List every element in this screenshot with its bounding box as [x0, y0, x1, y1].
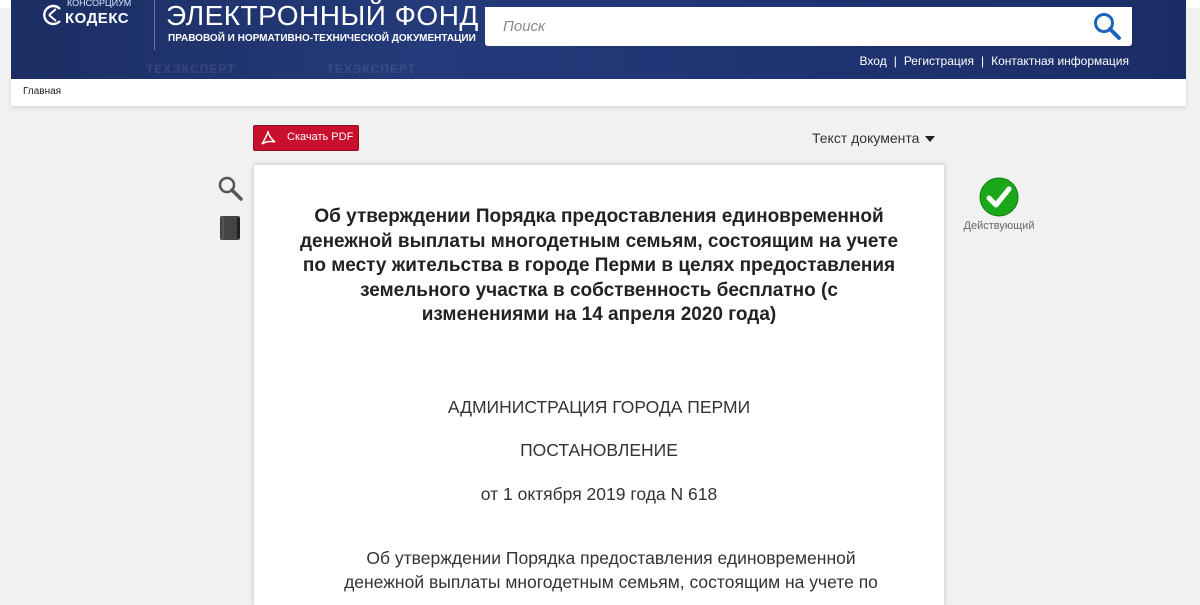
- link-separator: |: [980, 54, 985, 68]
- breadcrumb: Главная: [11, 79, 1186, 106]
- account-links: Вход | Регистрация | Контактная информация: [860, 54, 1129, 68]
- document-page: Об утверждении Порядка предоставления ед…: [254, 165, 944, 605]
- kodeks-logo[interactable]: КОНСОРЦИУМ КОДЕКС: [41, 0, 141, 40]
- search-icon[interactable]: [1092, 11, 1122, 41]
- breadcrumb-home[interactable]: Главная: [23, 86, 61, 97]
- site-header: TEXЭКСПЕРТ TEXЭКСПЕРТ КОНСОРЦИУМ КОДЕКС …: [11, 0, 1186, 79]
- document-title: Об утверждении Порядка предоставления ед…: [299, 206, 899, 325]
- header-watermark: TEXЭКСПЕРТ TEXЭКСПЕРТ: [146, 62, 417, 76]
- link-separator: |: [893, 54, 897, 68]
- document-status: Действующий: [960, 177, 1038, 232]
- document-body-text: Об утверждении Порядка предоставления ед…: [344, 548, 878, 592]
- download-pdf-button[interactable]: Скачать PDF: [253, 125, 359, 151]
- document-view-label: Текст документа: [812, 130, 920, 146]
- kodeks-emblem-icon: [43, 4, 61, 26]
- site-title: ЭЛЕКТРОННЫЙ ФОНД: [166, 0, 479, 31]
- chevron-down-icon: [925, 136, 936, 143]
- document-info-icon[interactable]: [218, 215, 242, 241]
- logo-small-text: КОНСОРЦИУМ: [67, 0, 132, 8]
- login-link[interactable]: Вход: [860, 54, 887, 68]
- document-type: ПОСТАНОВЛЕНИЕ: [520, 440, 678, 460]
- search-input[interactable]: [485, 7, 1063, 46]
- status-label: Действующий: [963, 220, 1035, 232]
- search-in-document-icon[interactable]: [217, 175, 243, 201]
- download-pdf-label: Скачать PDF: [287, 131, 354, 143]
- document-view-dropdown[interactable]: Текст документа: [812, 130, 936, 146]
- logo-name: КОДЕКС: [65, 10, 130, 27]
- document-date-number: от 1 октября 2019 года N 618: [480, 484, 718, 504]
- search-box: [485, 7, 1132, 46]
- contacts-link[interactable]: Контактная информация: [991, 54, 1129, 68]
- pdf-icon: [261, 130, 276, 145]
- check-circle-icon: [979, 177, 1019, 217]
- register-link[interactable]: Регистрация: [904, 54, 974, 68]
- header-divider: [154, 0, 155, 50]
- site-subtitle: ПРАВОВОЙ И НОРМАТИВНО-ТЕХНИЧЕСКОЙ ДОКУМЕ…: [168, 33, 476, 44]
- document-authority: АДМИНИСТРАЦИЯ ГОРОДА ПЕРМИ: [447, 397, 751, 417]
